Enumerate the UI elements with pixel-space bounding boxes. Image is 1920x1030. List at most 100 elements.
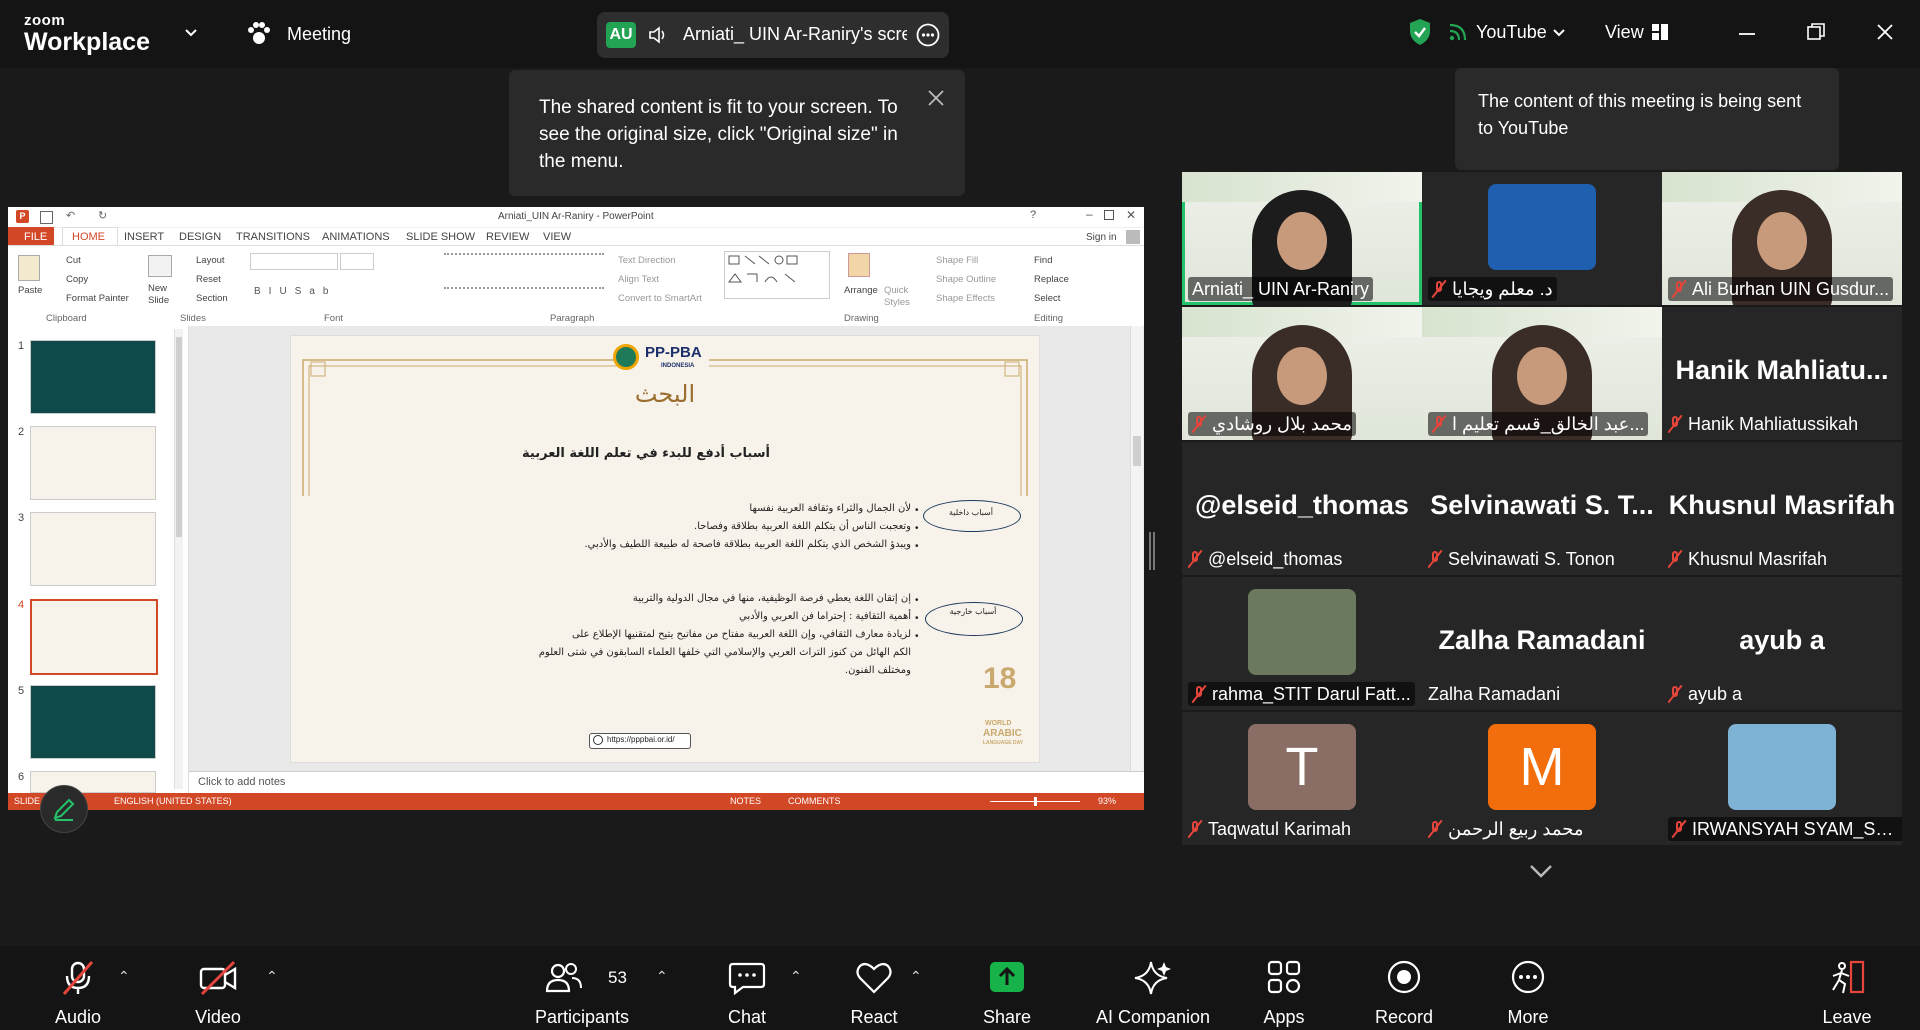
annotate-pen-button[interactable] [40,785,88,833]
app-menu-chevron-icon[interactable] [184,26,198,40]
participant-tile[interactable]: Selvinawati S. T... Selvinawati S. Tonon [1422,442,1662,575]
restore-window-icon[interactable] [1806,22,1826,42]
chat-button[interactable]: Chat [707,946,787,1030]
slide-url-globe-icon [593,735,603,745]
participant-name-text: Zalha Ramadani [1428,683,1561,704]
font-size-box [340,253,374,270]
participant-video-face [1277,212,1327,270]
participant-tile[interactable]: rahma_STIT Darul Fatt... [1182,577,1422,710]
ppt-group-slides: Slides [180,313,206,324]
audio-options-caret-icon[interactable]: ⌃ [118,968,130,985]
more-button[interactable]: More [1488,946,1568,1030]
participant-name-label: Arniati_ UIN Ar-Raniry [1188,277,1374,301]
fit-screen-tooltip-text: The shared content is fit to your screen… [539,97,898,172]
sharer-avatar: AU [606,22,636,48]
participants-label: Participants [534,1007,630,1027]
react-options-caret-icon[interactable]: ⌃ [910,968,922,985]
ppt-status-language: ENGLISH (UNITED STATES) [114,796,232,806]
close-window-icon[interactable] [1875,22,1895,42]
participant-name-label: Khusnul Masrifah [1668,547,1827,571]
ai-companion-label: AI Companion [1095,1007,1211,1027]
participant-tile[interactable]: عبد الخالق_قسم تعليم ا... [1422,307,1662,440]
new-slide-icon [148,255,172,277]
record-label: Record [1374,1007,1434,1027]
ppt-group-font: Font [324,313,344,324]
audio-button[interactable]: Audio [38,946,118,1030]
participant-tile[interactable]: Ali Burhan UIN Gusdur... [1662,172,1902,305]
participant-tile[interactable]: Hanik Mahliatu... Hanik Mahliatussikah [1662,307,1902,440]
view-grid-icon[interactable] [1651,23,1669,41]
paste-icon [18,255,40,281]
apps-button[interactable]: Apps [1244,946,1324,1030]
ppt-group-editing: Editing [1034,313,1064,324]
bullet-dots-2: • • • [915,595,919,642]
bullet-2-3: لزيادة معارف الثقافي، وإن اللغة العربية … [571,629,911,640]
youtube-stream-label[interactable]: YouTube [1476,22,1547,43]
participant-name-text: محمد ربيع الرحمن [1448,818,1584,839]
minimize-icon[interactable] [1737,24,1757,44]
stream-chevron-icon[interactable] [1552,26,1566,40]
mic-muted-icon [1188,820,1202,838]
slide-url-text: https://pppbai.or.id/ [607,735,675,744]
participants-options-caret-icon[interactable]: ⌃ [656,968,668,985]
participants-button[interactable]: 53 Participants [530,946,634,1030]
participant-display-name: @elseid_thomas [1195,490,1409,520]
current-slide: PP-PBA INDONESIA البحث أسباب أدفع للبدء … [290,335,1040,763]
notes-placeholder: Click to add notes [198,776,286,788]
participant-name-label: Ali Burhan UIN Gusdur... [1668,277,1894,301]
video-options-caret-icon[interactable]: ⌃ [266,968,278,985]
participant-tile[interactable]: M محمد ربيع الرحمن [1422,712,1662,845]
mic-muted-icon [1672,820,1686,838]
participant-tile[interactable]: IRWANSYAH SYAM_STI... [1662,712,1902,845]
participant-name-label: عبد الخالق_قسم تعليم ا... [1428,412,1649,436]
participant-tile[interactable]: محمد بلال روشادي [1182,307,1422,440]
ppt-help-icon: ? [1030,209,1037,221]
react-button[interactable]: React [834,946,914,1030]
participant-name-text: Hanik Mahliatussikah [1688,413,1859,434]
video-button[interactable]: Video [178,946,258,1030]
meeting-label[interactable]: Meeting [287,24,351,45]
record-button[interactable]: Record [1364,946,1444,1030]
participant-name-text: Khusnul Masrifah [1688,548,1828,569]
mic-muted-icon [1668,415,1682,433]
participant-tile[interactable]: Khusnul Masrifah Khusnul Masrifah [1662,442,1902,575]
chat-icon [728,962,766,996]
react-label: React [850,1007,898,1027]
view-menu[interactable]: View [1605,22,1644,43]
participant-tile[interactable]: T Taqwatul Karimah [1182,712,1422,845]
participants-count: 53 [608,968,627,987]
participant-tile[interactable]: د. معلم ويجايا [1422,172,1662,305]
participant-tile[interactable]: Zalha Ramadani Zalha Ramadani [1422,577,1662,710]
leave-label: Leave [1822,1007,1872,1027]
youtube-tooltip: The content of this meeting is being sen… [1455,68,1839,170]
thumb-number-2: 2 [18,426,25,438]
mic-muted-icon [1668,550,1682,568]
participant-name-label: @elseid_thomas [1188,547,1342,571]
participant-tile[interactable]: Arniati_ UIN Ar-Raniry [1182,172,1422,305]
tooltip-close-icon[interactable] [927,88,945,106]
arabic-day-badge-world: WORLD [985,720,1012,727]
panel-splitter-handle[interactable] [1149,532,1155,570]
ppt-signin: Sign in [1086,232,1117,243]
chat-options-caret-icon[interactable]: ⌃ [790,968,802,985]
ppt-tab-review: REVIEW [486,231,530,243]
security-shield-icon[interactable] [1408,18,1432,46]
ppt-replace-label: Replace [1034,274,1069,285]
leave-button[interactable]: Leave [1807,946,1887,1030]
font-format-buttons: BIUSab [254,286,337,297]
live-stream-icon[interactable] [1448,22,1468,42]
ppt-close-icon: ✕ [1126,208,1137,222]
share-options-icon[interactable] [916,23,940,47]
participant-tile[interactable]: @elseid_thomas @elseid_thomas [1182,442,1422,575]
ppt-user-icon [1126,230,1140,244]
ppt-tab-transitions: TRANSITIONS [236,231,310,243]
participant-name-label: د. معلم ويجايا [1428,277,1557,301]
mic-muted-icon [1672,280,1686,298]
participant-name-text: IRWANSYAH SYAM_STI... [1692,818,1900,839]
gallery-next-page-chevron-icon[interactable] [1528,862,1554,880]
participant-tile[interactable]: ayub a ayub a [1662,577,1902,710]
share-screen-button[interactable]: Share [967,946,1047,1030]
ai-companion-button[interactable]: AI Companion [1088,946,1218,1030]
speaker-icon[interactable] [648,25,670,45]
bullet-2-4: الكم الهائل من كنوز التراث العربي والإسل… [538,647,911,658]
